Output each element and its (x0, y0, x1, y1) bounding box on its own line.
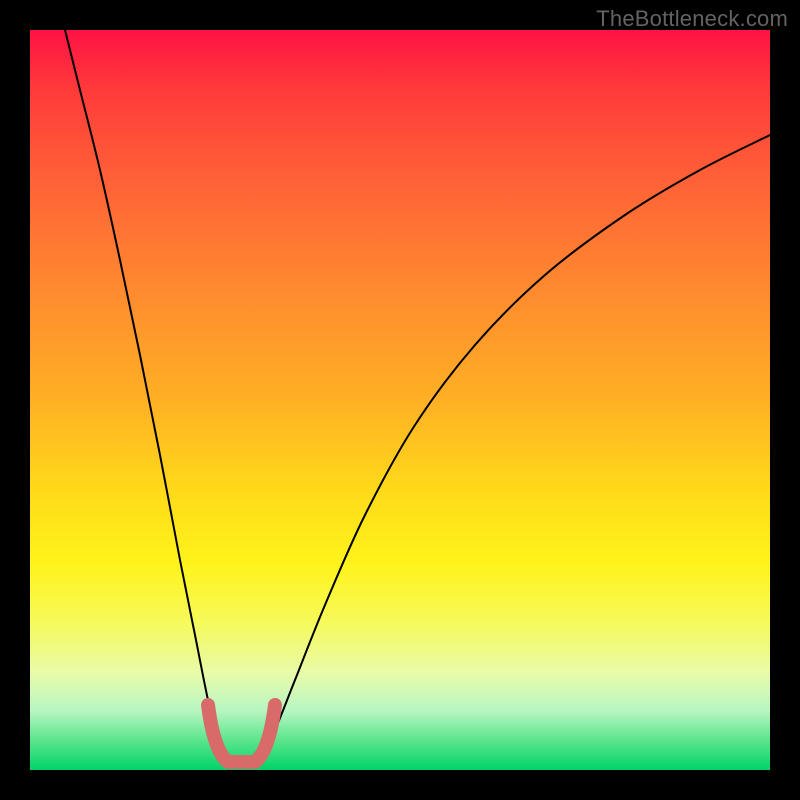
watermark-text: TheBottleneck.com (596, 6, 788, 32)
curve-left-branch (65, 30, 230, 762)
curve-svg (30, 30, 770, 770)
curve-bottom-highlight (208, 705, 275, 762)
chart-plot-area (30, 30, 770, 770)
curve-right-branch (255, 135, 770, 762)
